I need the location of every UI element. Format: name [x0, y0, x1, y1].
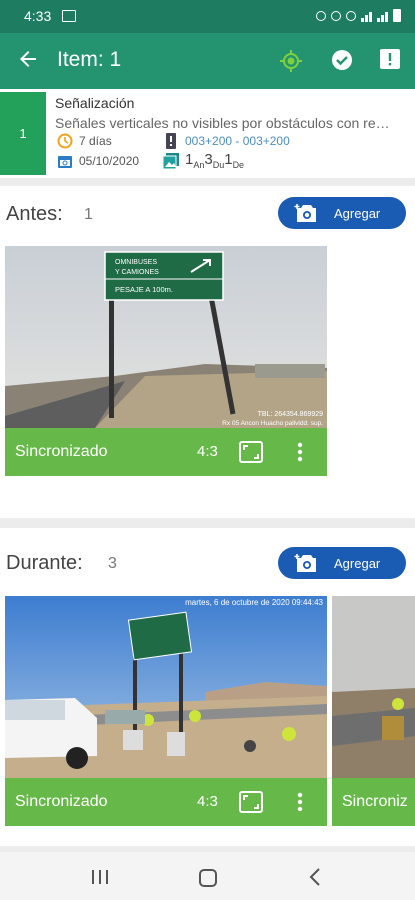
sync-status: Sincroniz: [342, 793, 408, 810]
gps-location-icon[interactable]: [279, 49, 303, 73]
aspect-ratio[interactable]: 4:3: [197, 443, 218, 460]
date-meta: 05/10/2020: [57, 153, 139, 169]
photo-timestamp: martes, 6 de octubre de 2020 09:44:43: [185, 598, 323, 607]
photo-caption-1: TBL: 264354.869929: [258, 411, 323, 418]
item-description: Señales verticales no visibles por obstá…: [55, 115, 390, 131]
add-durante-label: Agregar: [334, 556, 381, 571]
aspect-ratio[interactable]: 4:3: [197, 793, 218, 810]
more-options-icon[interactable]: [297, 792, 303, 812]
battery-icon: [393, 9, 401, 22]
location-icon: [331, 10, 341, 21]
photo-durante-2[interactable]: [332, 596, 415, 778]
photo-card-antes-1[interactable]: OMNIBUSES Y CAMIONES PESAJE A 100m. TBL:…: [5, 246, 327, 476]
page-title: Item: 1: [57, 48, 122, 71]
app-bar: Item: 1: [0, 33, 415, 89]
signal-icon: [361, 10, 372, 22]
section-durante: Durante: 3 Agregar martes, 6 de octubre …: [0, 528, 415, 846]
recents-icon[interactable]: [91, 869, 109, 885]
status-bar: 4:33: [0, 0, 415, 33]
more-options-icon[interactable]: [297, 442, 303, 462]
system-nav-bar: [0, 852, 415, 900]
progressive-meta: 003+200 - 003+200: [163, 133, 290, 149]
photo-card-durante-2[interactable]: Sincroniz: [332, 596, 415, 826]
back-arrow-icon[interactable]: [16, 47, 40, 71]
sync-status: Sincronizado: [15, 443, 108, 460]
progressive-text: 003+200 - 003+200: [185, 134, 290, 148]
days-text: 7 días: [79, 134, 112, 148]
days-meta: 7 días: [57, 133, 112, 149]
photo-bar-durante-1: Sincronizado 4:3: [5, 778, 327, 826]
add-photo-icon: [294, 204, 316, 222]
section-durante-label: Durante:: [6, 552, 83, 574]
section-antes-count: 1: [84, 206, 93, 223]
section-antes-label: Antes:: [6, 203, 63, 225]
clock-icon: [57, 133, 73, 149]
photo-bar-antes-1: Sincronizado 4:3: [5, 428, 327, 476]
sign-line2: Y CAMIONES: [115, 269, 159, 276]
image-notification-icon: [62, 10, 76, 22]
home-icon[interactable]: [199, 869, 217, 887]
wifi-icon: [346, 10, 356, 21]
item-info-card[interactable]: 1 Señalización Señales verticales no vis…: [0, 89, 415, 178]
alert-icon[interactable]: [380, 49, 400, 69]
nav-back-icon[interactable]: [308, 868, 322, 886]
add-antes-button[interactable]: Agregar: [278, 197, 406, 229]
section-antes: Antes: 1 Agregar OMNIBUSES Y CAMIONES PE…: [0, 186, 415, 518]
sign-line1: OMNIBUSES: [115, 259, 157, 266]
marker-icon: [166, 133, 176, 149]
add-durante-button[interactable]: Agregar: [278, 547, 406, 579]
gallery-icon: [163, 152, 179, 169]
photo-durante-1[interactable]: martes, 6 de octubre de 2020 09:44:43: [5, 596, 327, 778]
item-category: Señalización: [55, 95, 135, 111]
photo-counts-meta: 1An3Du1De: [163, 151, 244, 170]
add-photo-icon: [294, 554, 316, 572]
calendar-icon: [58, 156, 72, 168]
date-text: 05/10/2020: [79, 154, 140, 168]
photo-counts: 1An3Du1De: [185, 151, 245, 170]
status-time: 4:33: [24, 8, 52, 24]
photo-bar-durante-2: Sincroniz: [332, 778, 415, 826]
alarm-icon: [316, 10, 326, 21]
status-icons: [316, 9, 401, 22]
item-number-badge: 1: [0, 92, 46, 175]
crop-frame-icon[interactable]: [239, 791, 263, 813]
crop-frame-icon[interactable]: [239, 441, 263, 463]
add-antes-label: Agregar: [334, 206, 381, 221]
photo-caption-2: Rx 05 Ancon Huacho pallvldd. sup.: [222, 420, 323, 427]
check-circle-icon[interactable]: [331, 49, 353, 71]
sync-status: Sincronizado: [15, 793, 108, 810]
sign-line3: PESAJE A 100m.: [115, 285, 173, 294]
section-durante-count: 3: [108, 555, 117, 572]
photo-card-durante-1[interactable]: martes, 6 de octubre de 2020 09:44:43 Si…: [5, 596, 327, 826]
photo-antes-1[interactable]: OMNIBUSES Y CAMIONES PESAJE A 100m. TBL:…: [5, 246, 327, 428]
signal-2-icon: [377, 10, 388, 22]
